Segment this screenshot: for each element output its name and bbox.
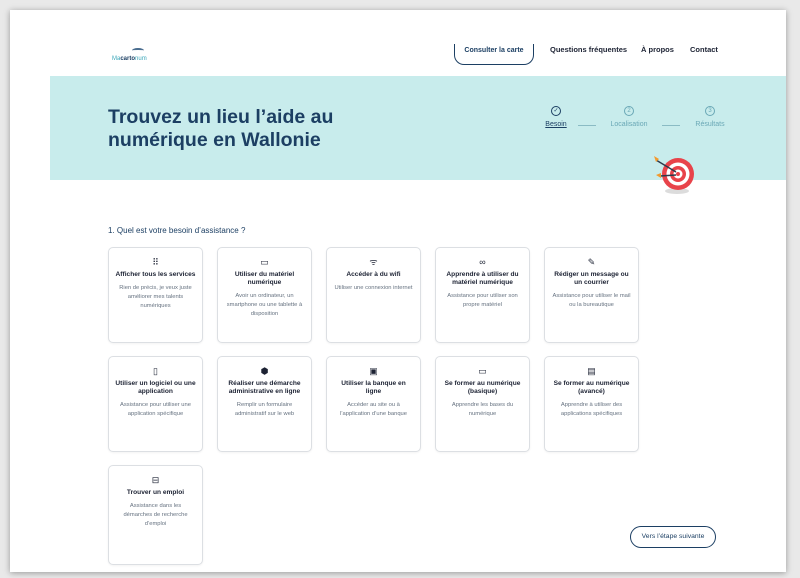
card-use-hardware[interactable]: ▭ Utiliser du matériel numérique Avoir u… xyxy=(217,247,312,343)
briefcase-icon: ⊟ xyxy=(151,475,160,485)
step-label: Localisation xyxy=(610,121,648,128)
step-number: 3 xyxy=(705,106,715,116)
card-training-advanced[interactable]: ▤ Se former au numérique (avancé) Appren… xyxy=(544,356,639,452)
step-localisation[interactable]: 2 Localisation xyxy=(599,106,659,128)
card-title: Réaliser une démarche administrative en … xyxy=(228,380,301,395)
card-description: Remplir un formulaire administratif sur … xyxy=(234,402,295,417)
nav-link-about[interactable]: À propos xyxy=(641,45,674,54)
logo[interactable]: Macartonum xyxy=(112,48,162,70)
card-description: Assistance pour utiliser une application… xyxy=(120,402,191,417)
card-description: Apprendre à utiliser des applications sp… xyxy=(560,402,623,417)
card-wifi[interactable]: ᯤ Accéder à du wifi Utiliser une connexi… xyxy=(326,247,421,343)
step-connector xyxy=(662,125,680,126)
step-connector xyxy=(578,125,596,126)
nav-link-contact[interactable]: Contact xyxy=(690,45,718,54)
card-admin-online[interactable]: ⬢ Réaliser une démarche administrative e… xyxy=(217,356,312,452)
page: Macartonum Consulter la carte Questions … xyxy=(10,10,786,572)
card-title: Rédiger un message ou un courrier xyxy=(554,271,629,286)
wifi-icon: ᯤ xyxy=(369,257,378,267)
bank-icon: ▣ xyxy=(369,366,378,376)
card-all-services[interactable]: ⠿ Afficher tous les services Rien de pré… xyxy=(108,247,203,343)
top-navigation: Macartonum Consulter la carte Questions … xyxy=(10,10,786,80)
check-icon: ✓ xyxy=(551,106,561,116)
card-description: Apprendre les bases du numérique xyxy=(451,402,514,417)
card-title: Se former au numérique (basique) xyxy=(444,380,521,395)
phone-icon: ▯ xyxy=(153,366,158,376)
target-illustration-icon xyxy=(654,156,694,194)
shield-icon: ⬢ xyxy=(260,366,269,376)
step-number: 2 xyxy=(624,106,634,116)
card-description: Assistance pour utiliser son propre maté… xyxy=(447,293,518,308)
card-description: Accéder au site ou à l’application d’une… xyxy=(339,402,408,417)
laptop-icon: ▭ xyxy=(478,366,487,376)
step-resultats[interactable]: 3 Résultats xyxy=(680,106,740,128)
map-button[interactable]: Consulter la carte xyxy=(454,44,534,65)
card-training-basic[interactable]: ▭ Se former au numérique (basique) Appre… xyxy=(435,356,530,452)
link-icon: ∞ xyxy=(479,257,486,267)
grid-dots-icon: ⠿ xyxy=(152,257,159,267)
card-description: Avoir un ordinateur, un smartphone ou un… xyxy=(226,293,303,317)
pencil-icon: ✎ xyxy=(587,257,596,267)
card-title: Afficher tous les services xyxy=(115,271,196,278)
card-online-banking[interactable]: ▣ Utiliser la banque en ligne Accéder au… xyxy=(326,356,421,452)
step-besoin[interactable]: ✓ Besoin xyxy=(526,106,586,128)
book-icon: ▤ xyxy=(587,366,596,376)
card-find-job[interactable]: ⊟ Trouver un emploi Assistance dans les … xyxy=(108,465,203,565)
card-write-message[interactable]: ✎ Rédiger un message ou un courrier Assi… xyxy=(544,247,639,343)
card-title: Se former au numérique (avancé) xyxy=(553,380,630,395)
card-software[interactable]: ▯ Utiliser un logiciel ou une applicatio… xyxy=(108,356,203,452)
nav-link-faq[interactable]: Questions fréquentes xyxy=(550,45,627,54)
progress-stepper: ✓ Besoin 2 Localisation 3 Résultats xyxy=(542,106,742,146)
logo-wave-icon xyxy=(132,48,144,53)
step-label: Besoin xyxy=(545,121,567,128)
step-label: Résultats xyxy=(695,121,725,128)
card-description: Rien de précis, je veux juste améliorer … xyxy=(119,285,192,309)
card-description: Utiliser une connexion internet xyxy=(334,285,413,291)
card-learn-hardware[interactable]: ∞ Apprendre à utiliser du matériel numér… xyxy=(435,247,530,343)
next-step-button[interactable]: Vers l’étape suivante xyxy=(630,526,716,548)
card-title: Accéder à du wifi xyxy=(346,271,401,278)
card-title: Trouver un emploi xyxy=(126,489,185,496)
card-title: Utiliser la banque en ligne xyxy=(341,380,406,395)
card-description: Assistance dans les démarches de recherc… xyxy=(123,503,188,527)
devices-icon: ▭ xyxy=(260,257,269,267)
card-title: Utiliser un logiciel ou une application xyxy=(115,380,196,395)
page-title: Trouvez un lieu l’aide au numérique en W… xyxy=(108,106,334,151)
logo-text: Macartonum xyxy=(112,56,147,62)
card-title: Utiliser du matériel numérique xyxy=(234,271,295,286)
question-heading: 1. Quel est votre besoin d’assistance ? xyxy=(108,226,246,235)
card-description: Assistance pour utiliser le mail ou la b… xyxy=(552,293,631,308)
card-title: Apprendre à utiliser du matériel numériq… xyxy=(446,271,519,286)
